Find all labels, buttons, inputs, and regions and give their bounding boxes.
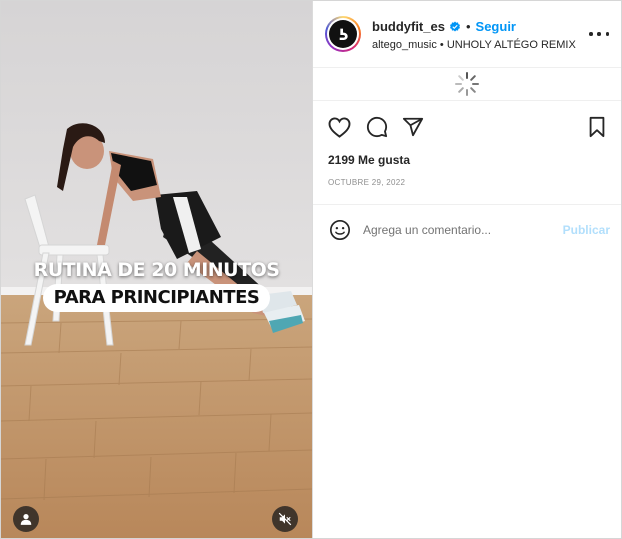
bookmark-icon[interactable] bbox=[585, 115, 609, 139]
comment-input[interactable] bbox=[363, 219, 543, 241]
audio-info-line: altego_music • UNHOLY ALTÉGO REMIX bbox=[372, 39, 576, 51]
instagram-post-frame: RUTINA DE 20 MINUTOS PARA PRINCIPIANTES bbox=[0, 0, 622, 539]
avatar[interactable] bbox=[325, 16, 361, 52]
video-caption-line-2-wrapper: PARA PRINCIPIANTES bbox=[1, 284, 312, 312]
audio-artist-link[interactable]: altego_music bbox=[372, 39, 437, 51]
header-separator: • bbox=[465, 19, 471, 34]
add-comment-bar: Publicar bbox=[313, 204, 621, 254]
speaker-muted-icon bbox=[278, 512, 292, 526]
post-video[interactable]: RUTINA DE 20 MINUTOS PARA PRINCIPIANTES bbox=[1, 1, 312, 538]
audio-separator: • bbox=[439, 39, 444, 51]
tagged-users-button[interactable] bbox=[13, 506, 39, 532]
follow-button[interactable]: Seguir bbox=[476, 19, 516, 34]
loading-spinner-icon bbox=[455, 72, 479, 96]
mute-toggle-button[interactable] bbox=[272, 506, 298, 532]
emoji-icon[interactable] bbox=[328, 218, 352, 242]
heart-icon[interactable] bbox=[327, 115, 351, 139]
video-caption-line-1: RUTINA DE 20 MINUTOS bbox=[33, 259, 280, 281]
publish-button[interactable]: Publicar bbox=[563, 223, 610, 237]
header-user-line: buddyfit_es • Seguir bbox=[372, 19, 516, 34]
post-side-panel: buddyfit_es • Seguir altego_music • UNHO… bbox=[312, 1, 621, 538]
likes-count[interactable]: 2199 Me gusta bbox=[328, 153, 410, 167]
post-actions-bar bbox=[313, 101, 621, 151]
user-icon bbox=[20, 514, 32, 525]
brand-logo-icon bbox=[339, 28, 348, 40]
post-header: buddyfit_es • Seguir altego_music • UNHO… bbox=[313, 1, 621, 68]
verified-badge-icon bbox=[449, 21, 461, 33]
username-link[interactable]: buddyfit_es bbox=[372, 19, 445, 34]
paper-plane-icon[interactable] bbox=[401, 115, 425, 139]
post-date[interactable]: OCTUBRE 29, 2022 bbox=[328, 178, 405, 187]
comment-bubble-icon[interactable] bbox=[365, 115, 389, 139]
video-caption-line-2: PARA PRINCIPIANTES bbox=[42, 284, 271, 312]
more-options-icon[interactable] bbox=[589, 27, 609, 41]
comments-list-area bbox=[313, 68, 621, 101]
audio-track-link[interactable]: UNHOLY ALTÉGO REMIX bbox=[447, 39, 576, 51]
